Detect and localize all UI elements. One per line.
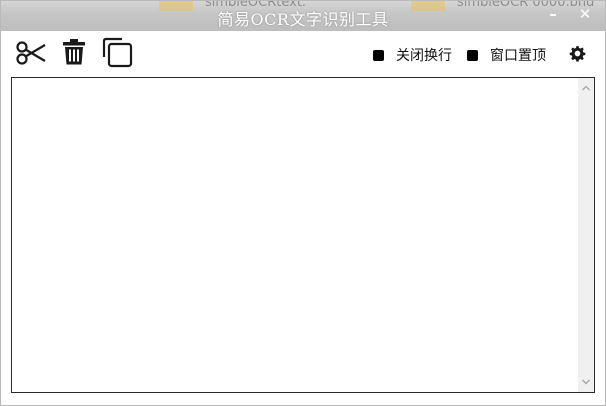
screenshot-button[interactable] xyxy=(15,37,47,69)
chevron-up-icon xyxy=(582,85,590,91)
trash-icon xyxy=(63,39,85,65)
vertical-scrollbar[interactable] xyxy=(578,78,594,392)
chevron-down-icon xyxy=(582,379,590,385)
scroll-up-button[interactable] xyxy=(578,80,594,96)
title-bar[interactable]: simbleOCRtext. simbleOCR 0000.bnd 简易OCR文… xyxy=(1,1,605,31)
toggle-indicator xyxy=(467,49,478,61)
toggle-disable-linebreak[interactable]: 关闭换行 xyxy=(373,45,452,65)
copy-icon xyxy=(102,37,133,68)
scroll-down-button[interactable] xyxy=(578,374,594,390)
toolbar: 关闭换行 窗口置顶 xyxy=(1,31,605,77)
clear-button[interactable] xyxy=(61,37,87,69)
minimize-button[interactable]: – xyxy=(544,5,562,23)
copy-button[interactable] xyxy=(102,37,134,69)
toggle-indicator xyxy=(373,49,384,61)
toggle-always-on-top[interactable]: 窗口置顶 xyxy=(467,45,546,65)
app-window: simbleOCRtext. simbleOCR 0000.bnd 简易OCR文… xyxy=(0,0,606,406)
result-text-area[interactable] xyxy=(12,78,576,392)
gear-icon xyxy=(569,46,586,62)
toggle-label: 关闭换行 xyxy=(396,48,452,64)
toggle-label: 窗口置顶 xyxy=(490,48,546,64)
window-title: 简易OCR文字识别工具 xyxy=(217,10,389,29)
close-button[interactable]: ✕ xyxy=(576,5,594,23)
settings-button[interactable] xyxy=(569,45,586,62)
result-text-panel xyxy=(11,77,595,393)
scissors-icon xyxy=(16,41,46,65)
